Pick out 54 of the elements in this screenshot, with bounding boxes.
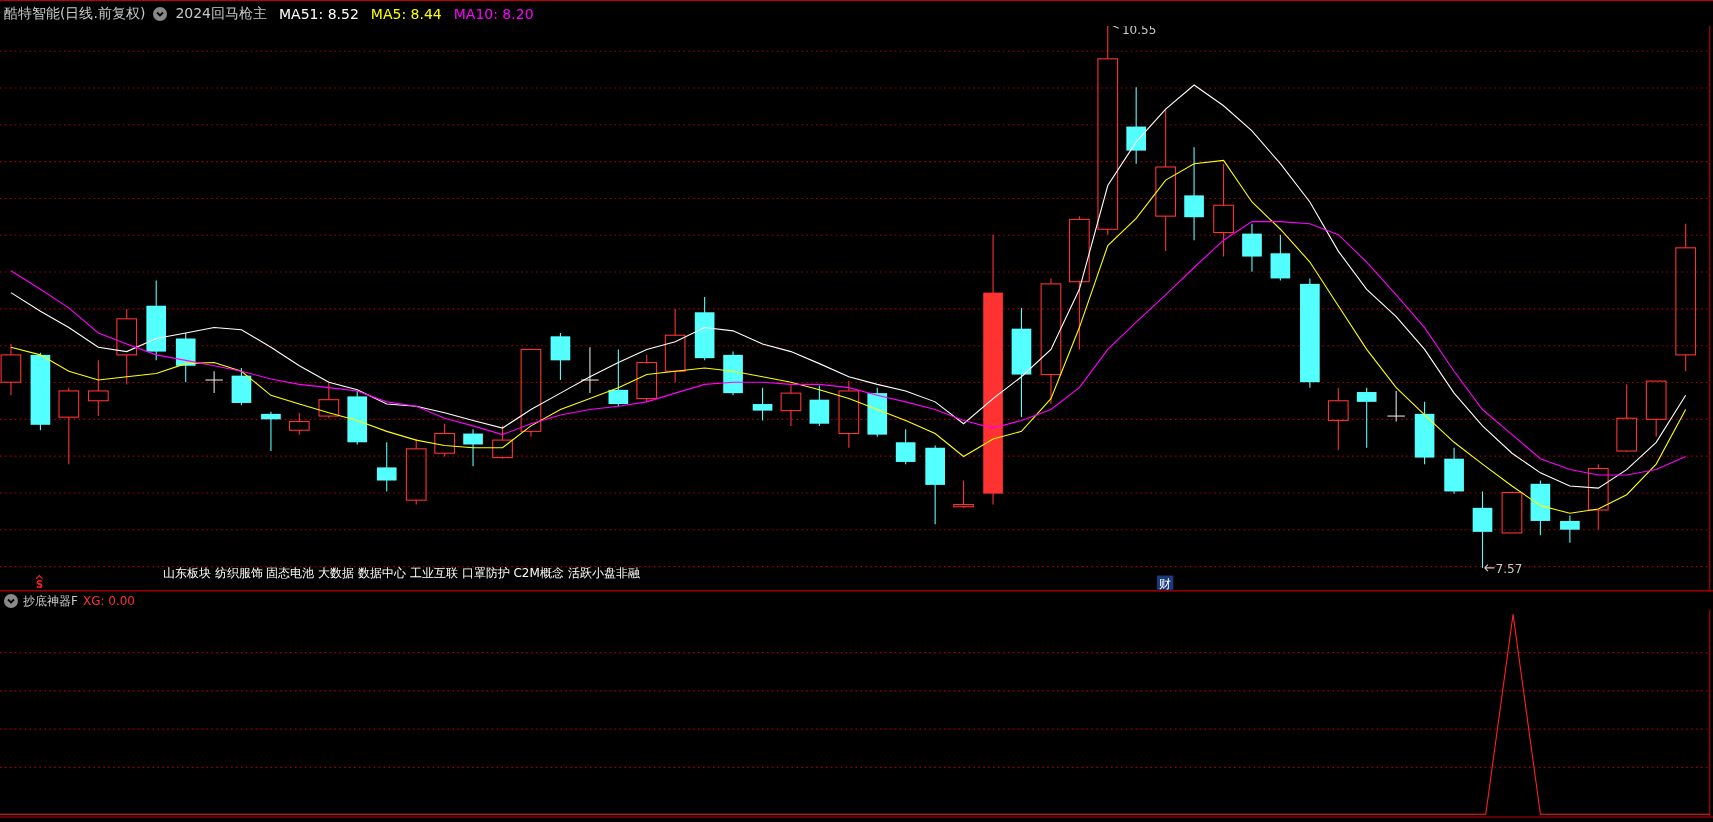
- stock-title: 酷特智能(日线.前复权): [4, 4, 146, 23]
- candlestick: [838, 380, 860, 449]
- candlestick: [434, 423, 455, 458]
- chevron-down-icon[interactable]: [4, 594, 18, 608]
- candlestick: [752, 387, 773, 421]
- candlestick: [723, 351, 743, 396]
- candlestick: [1270, 234, 1291, 282]
- moving-average-value: MA5: 8.44: [370, 5, 442, 22]
- moving-average-value: MA51: 8.52: [279, 5, 359, 22]
- candlestick: [636, 354, 658, 403]
- low-price-label: 7.57: [1495, 562, 1523, 577]
- candlestick: [694, 296, 715, 361]
- candlestick: [1414, 401, 1435, 465]
- chevron-down-icon[interactable]: [153, 6, 168, 21]
- indicator-value: XG: 0.00: [82, 594, 135, 608]
- candlestick: [376, 441, 397, 492]
- caret-icon: [35, 574, 44, 580]
- candlestick: [0, 343, 22, 396]
- indicator-name: 抄底神器F: [23, 592, 78, 610]
- candlestick: [87, 359, 109, 417]
- candlestick: [1560, 514, 1580, 544]
- candlestick: [288, 412, 310, 436]
- candlestick: [1386, 390, 1406, 423]
- candlestick: [492, 425, 513, 460]
- candlestick: [175, 332, 196, 383]
- candlestick: [608, 348, 629, 407]
- candlestick: [1444, 447, 1464, 495]
- candlestick: [463, 428, 483, 467]
- candlestick: [1501, 490, 1523, 534]
- candlestick: [1616, 383, 1638, 453]
- candlestick: [550, 332, 571, 381]
- candlestick: [1530, 479, 1551, 536]
- candlestick: [347, 390, 368, 445]
- moving-average-value: MA10: 8.20: [453, 5, 534, 22]
- candlestick: [1356, 387, 1377, 449]
- candlestick: [204, 370, 224, 394]
- finance-badge[interactable]: 财: [1156, 575, 1174, 591]
- indicator-name: 2024回马枪主: [175, 4, 267, 23]
- candlestick: [1242, 223, 1262, 273]
- candlestick: [1645, 380, 1667, 438]
- candlestick: [1327, 387, 1349, 451]
- candlestick: [809, 384, 830, 427]
- candlestick: [953, 479, 974, 509]
- candlestick: [261, 411, 281, 452]
- concept-tags: 山东板块 纺织服饰 固态电池 大数据 数据中心 工业互联 口罩防护 C2M概念 活跃小盘非融: [162, 565, 640, 580]
- candlestick: [867, 387, 888, 438]
- candlestick: [231, 367, 252, 406]
- candlestick: [895, 428, 916, 465]
- candlestick: [405, 438, 427, 506]
- candlestick: [580, 346, 600, 394]
- candlestick: [1587, 463, 1609, 531]
- candlestick: [780, 384, 802, 427]
- candlestick: [318, 381, 340, 419]
- signal-marker: S: [36, 579, 44, 591]
